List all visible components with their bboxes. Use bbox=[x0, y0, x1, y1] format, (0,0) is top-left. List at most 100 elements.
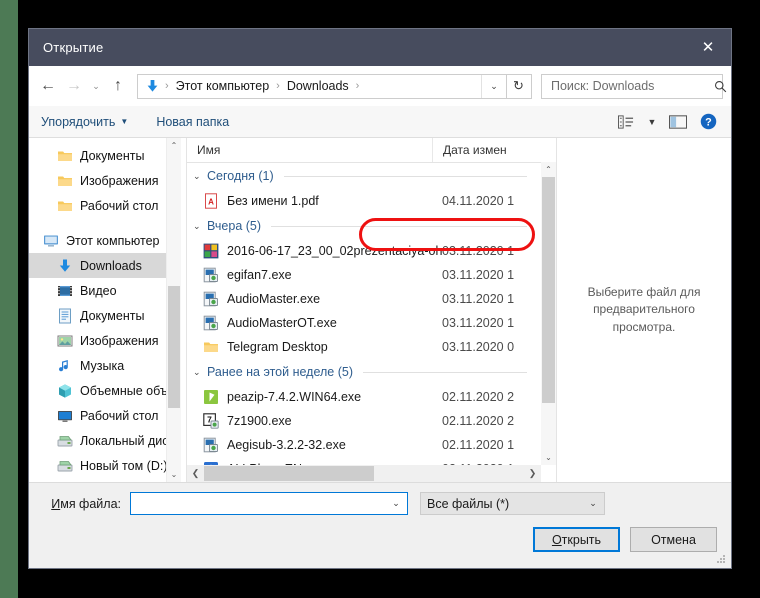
filename-input[interactable] bbox=[136, 495, 385, 512]
sidebar-item-1[interactable]: Изображения bbox=[29, 168, 181, 193]
sidebar-item-9[interactable]: Объемные объекты bbox=[29, 378, 181, 403]
chevron-right-icon[interactable]: ❯ bbox=[524, 465, 541, 482]
folder-icon bbox=[57, 198, 73, 214]
chevron-down-icon: ▼ bbox=[120, 117, 129, 126]
sidebar-item-11[interactable]: Локальный диск (C:) bbox=[29, 428, 181, 453]
column-header-name[interactable]: Имя bbox=[187, 138, 432, 162]
column-header-row: Имя Дата измен bbox=[187, 138, 556, 163]
sidebar-item-label: Документы bbox=[80, 308, 145, 323]
folder-icon bbox=[57, 173, 73, 189]
file-row[interactable]: Telegram Desktop 03.11.2020 0 bbox=[187, 335, 541, 359]
pictures-icon bbox=[57, 333, 73, 349]
address-bar[interactable]: › Этот компьютер › Downloads › ⌄ bbox=[137, 73, 507, 99]
search-input[interactable] bbox=[549, 78, 714, 94]
command-bar: Упорядочить ▼ Новая папка ▼ ? bbox=[29, 106, 731, 138]
recent-locations-chevron-down-icon[interactable]: ⌄ bbox=[87, 73, 105, 99]
file-row[interactable]: AudioMaster.exe 03.11.2020 1 bbox=[187, 287, 541, 311]
chevron-left-icon[interactable]: ❮ bbox=[187, 465, 204, 482]
sidebar-item-8[interactable]: Музыка bbox=[29, 353, 181, 378]
drive-icon bbox=[57, 433, 73, 449]
refresh-icon[interactable]: ↻ bbox=[506, 73, 532, 99]
breadcrumb-item-downloads[interactable]: Downloads bbox=[285, 79, 351, 93]
address-dropdown-chevron-down-icon[interactable]: ⌄ bbox=[481, 74, 506, 98]
breadcrumb-separator: › bbox=[355, 80, 360, 92]
sidebar-item-2[interactable]: Рабочий стол bbox=[29, 193, 181, 218]
preview-pane-icon[interactable] bbox=[663, 109, 693, 135]
chevron-down-icon[interactable]: ⌄ bbox=[582, 498, 604, 509]
file-date: 03.11.2020 1 bbox=[442, 292, 515, 306]
sidebar-scrollbar[interactable]: ⌃ ⌄ bbox=[166, 138, 181, 482]
arrow-right-icon[interactable]: → bbox=[61, 73, 87, 99]
search-box[interactable] bbox=[541, 73, 727, 99]
file-row[interactable]: A Без имени 1.pdf 04.11.2020 1 bbox=[187, 189, 541, 213]
new-folder-button[interactable]: Новая папка bbox=[156, 115, 239, 129]
file-group-header-2[interactable]: ⌄ Ранее на этой неделе (5) bbox=[187, 359, 541, 385]
open-button[interactable]: Открыть bbox=[533, 527, 620, 552]
column-header-date[interactable]: Дата измен bbox=[432, 138, 541, 162]
file-row[interactable]: 7 7z1900.exe 02.11.2020 2 bbox=[187, 409, 541, 433]
file-group-header-0[interactable]: ⌄ Сегодня (1) bbox=[187, 163, 541, 189]
file-list[interactable]: ⌄ Сегодня (1) A Без имени 1.pdf 04.11.2020 1… bbox=[187, 163, 556, 482]
videos-icon bbox=[57, 283, 73, 299]
3d-objects-icon bbox=[57, 383, 73, 399]
sidebar-item-3[interactable]: Этот компьютер bbox=[29, 228, 181, 253]
chevron-down-icon[interactable]: ⌄ bbox=[193, 171, 207, 182]
chevron-down-icon[interactable]: ⌄ bbox=[193, 367, 207, 378]
view-chevron-down-icon[interactable]: ▼ bbox=[641, 109, 663, 135]
organize-button[interactable]: Упорядочить ▼ bbox=[41, 115, 138, 129]
file-name: 2016-06-17_23_00_02prezentaciya-ohrana..… bbox=[227, 244, 442, 258]
filename-combobox[interactable]: ⌄ bbox=[130, 492, 408, 515]
file-list-vscroll-thumb[interactable] bbox=[542, 177, 555, 403]
chevron-down-icon[interactable]: ⌄ bbox=[541, 450, 556, 465]
file-row[interactable]: 2016-06-17_23_00_02prezentaciya-ohrana..… bbox=[187, 239, 541, 263]
sidebar-item-0[interactable]: Документы bbox=[29, 143, 181, 168]
file-row[interactable]: AudioMasterOT.exe 03.11.2020 1 bbox=[187, 311, 541, 335]
sidebar-item-5[interactable]: Видео bbox=[29, 278, 181, 303]
sidebar-item-4[interactable]: Downloads bbox=[29, 253, 181, 278]
file-row[interactable]: peazip-7.4.2.WIN64.exe 02.11.2020 2 bbox=[187, 385, 541, 409]
this-pc-icon bbox=[43, 233, 59, 249]
filename-label-accel: И bbox=[51, 496, 61, 511]
file-name: egifan7.exe bbox=[227, 268, 292, 282]
dialog-body: Документы Изображения Рабочий стол Этот ком… bbox=[29, 138, 731, 482]
chevron-down-icon[interactable]: ⌄ bbox=[167, 467, 181, 482]
search-icon[interactable] bbox=[714, 80, 727, 93]
breadcrumb-item-this-pc[interactable]: Этот компьютер bbox=[174, 79, 271, 93]
group-divider bbox=[271, 225, 527, 227]
sidebar-item-label: Downloads bbox=[80, 258, 142, 273]
sidebar-item-10[interactable]: Рабочий стол bbox=[29, 403, 181, 428]
file-list-hscroll-thumb[interactable] bbox=[204, 466, 374, 481]
file-row[interactable]: egifan7.exe 03.11.2020 1 bbox=[187, 263, 541, 287]
chevron-up-icon[interactable]: ⌃ bbox=[167, 138, 181, 153]
organize-label: Упорядочить bbox=[41, 114, 116, 129]
documents-icon bbox=[57, 308, 73, 324]
svg-text:A: A bbox=[208, 198, 214, 207]
file-group-header-1[interactable]: ⌄ Вчера (5) bbox=[187, 213, 541, 239]
file-list-horizontal-scrollbar[interactable]: ❮ ❯ bbox=[187, 465, 541, 482]
chevron-up-icon[interactable]: ⌃ bbox=[541, 162, 556, 177]
sidebar-item-6[interactable]: Документы bbox=[29, 303, 181, 328]
open-button-label-rest: ткрыть bbox=[561, 532, 602, 547]
view-list-icon[interactable] bbox=[611, 109, 641, 135]
sidebar-scrollbar-thumb[interactable] bbox=[168, 286, 180, 408]
filename-row: Имя файла: ⌄ Все файлы (*) ⌄ bbox=[43, 492, 717, 515]
cancel-button[interactable]: Отмена bbox=[630, 527, 717, 552]
chevron-down-icon[interactable]: ⌄ bbox=[193, 221, 207, 232]
file-name: peazip-7.4.2.WIN64.exe bbox=[227, 390, 362, 404]
dialog-footer: Имя файла: ⌄ Все файлы (*) ⌄ Открыть Отм… bbox=[29, 482, 731, 568]
file-list-vertical-scrollbar[interactable]: ⌃ ⌄ bbox=[541, 162, 556, 465]
downloads-arrow-icon bbox=[145, 79, 160, 94]
file-type-filter-combobox[interactable]: Все файлы (*) ⌄ bbox=[420, 492, 605, 515]
sidebar-item-label: Изображения bbox=[80, 333, 159, 348]
help-icon[interactable]: ? bbox=[693, 109, 723, 135]
arrow-left-icon[interactable]: ← bbox=[35, 73, 61, 99]
arrow-up-icon[interactable]: ↑ bbox=[105, 73, 131, 99]
file-date: 03.11.2020 1 bbox=[442, 268, 515, 282]
sidebar-item-12[interactable]: Новый том (D:) bbox=[29, 453, 181, 478]
close-icon[interactable]: ✕ bbox=[685, 29, 731, 66]
resize-grip-icon[interactable] bbox=[715, 553, 727, 565]
sevenzip-icon: 7 bbox=[203, 413, 219, 429]
sidebar-item-7[interactable]: Изображения bbox=[29, 328, 181, 353]
file-row[interactable]: Aegisub-3.2.2-32.exe 02.11.2020 1 bbox=[187, 433, 541, 457]
chevron-down-icon[interactable]: ⌄ bbox=[385, 498, 407, 509]
